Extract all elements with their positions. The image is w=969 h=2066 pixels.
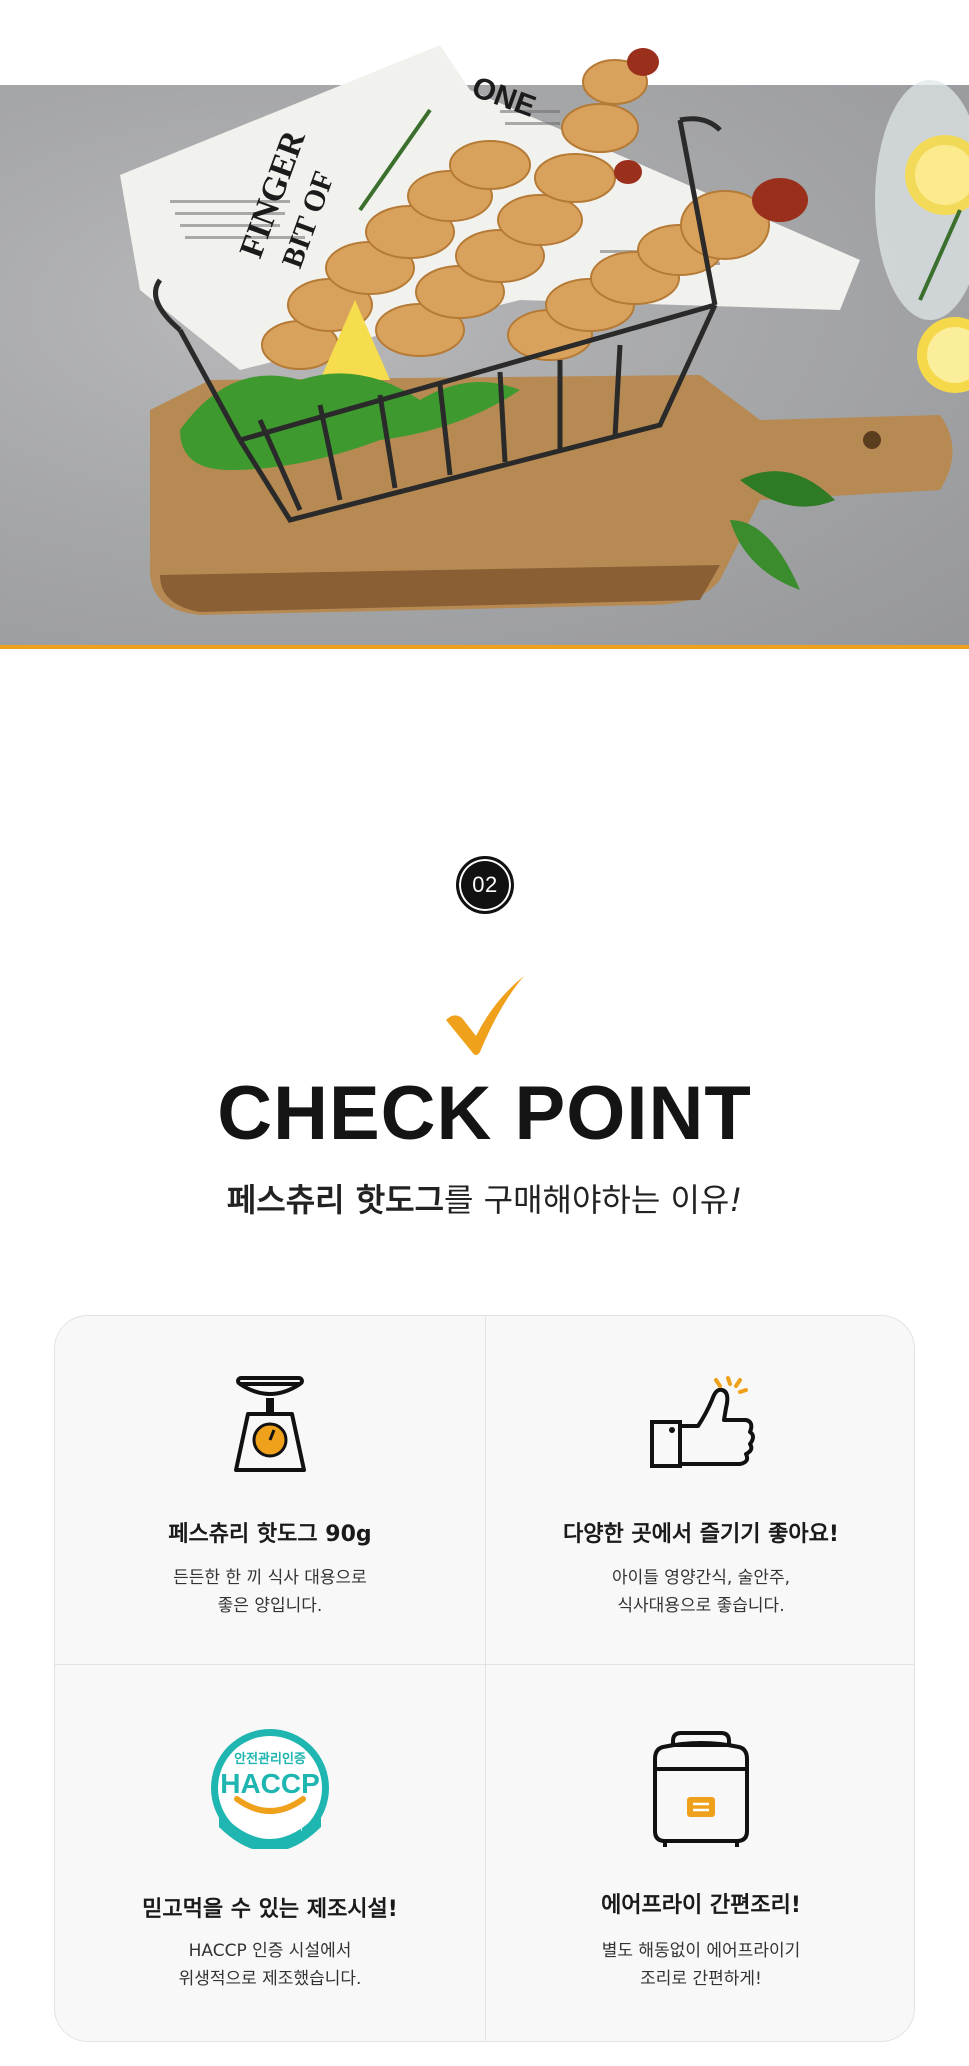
haccp-badge-top: 안전관리인증 xyxy=(234,1751,306,1767)
checkmark-icon xyxy=(446,976,524,1055)
hero-image: FINGER BIT OF ONE xyxy=(0,0,969,650)
feature-card-weight: 페스츄리 핫도그 90g 든든한 한 끼 식사 대용으로 좋은 양입니다. xyxy=(55,1316,485,1664)
thumbs-up-icon xyxy=(486,1374,914,1474)
feature-grid: 페스츄리 핫도그 90g 든든한 한 끼 식사 대용으로 좋은 양입니다. 다양… xyxy=(54,1315,915,2042)
feature-title: 다양한 곳에서 즐기기 좋아요! xyxy=(563,1522,839,1547)
feature-title: 믿고먹을 수 있는 제조시설! xyxy=(142,1897,398,1922)
feature-line: HACCP 인증 시설에서 xyxy=(188,1941,352,1961)
subtitle-mark: ! xyxy=(729,1181,743,1219)
section-number-badge: 02 xyxy=(456,856,514,914)
feature-title: 에어프라이 간편조리! xyxy=(601,1893,801,1918)
haccp-badge-bottom: 식품의약품안전처 xyxy=(237,1821,303,1833)
feature-description: HACCP 인증 시설에서 위생적으로 제조했습니다. xyxy=(55,1937,485,1993)
page-title: CHECK POINT xyxy=(217,1071,752,1156)
feature-line: 든든한 한 끼 식사 대용으로 xyxy=(173,1568,367,1588)
feature-card-haccp: 안전관리인증 HACCP 식품의약품안전처 믿고먹을 수 있는 제조시설! HA… xyxy=(55,1665,485,2041)
haccp-badge-main: HACCP xyxy=(220,1768,320,1799)
air-fryer-icon xyxy=(486,1727,914,1847)
subtitle-bold: 페스츄리 핫도그 xyxy=(226,1181,445,1219)
feature-line: 좋은 양입니다. xyxy=(217,1596,323,1616)
scale-icon xyxy=(55,1374,485,1478)
feature-title: 페스츄리 핫도그 90g xyxy=(168,1522,372,1547)
subtitle-rest: 를 구매해야하는 이유 xyxy=(444,1181,730,1219)
feature-line: 위생적으로 제조했습니다. xyxy=(178,1969,362,1989)
hotdog-basket-illustration: FINGER BIT OF ONE xyxy=(120,45,969,615)
page-subtitle: 페스츄리 핫도그를 구매해야하는 이유! xyxy=(0,1175,969,1221)
hero-accent-line xyxy=(0,645,969,649)
feature-description: 아이들 영양간식, 술안주, 식사대용으로 좋습니다. xyxy=(486,1564,914,1620)
feature-card-airfryer: 에어프라이 간편조리! 별도 해동없이 에어프라이기 조리로 간편하게! xyxy=(486,1665,914,2041)
feature-card-variety: 다양한 곳에서 즐기기 좋아요! 아이들 영양간식, 술안주, 식사대용으로 좋… xyxy=(486,1316,914,1664)
feature-line: 조리로 간편하게! xyxy=(640,1969,762,1989)
feature-line: 별도 해동없이 에어프라이기 xyxy=(601,1941,801,1961)
feature-description: 별도 해동없이 에어프라이기 조리로 간편하게! xyxy=(486,1937,914,1993)
feature-description: 든든한 한 끼 식사 대용으로 좋은 양입니다. xyxy=(55,1564,485,1620)
feature-line: 식사대용으로 좋습니다. xyxy=(617,1596,785,1616)
feature-line: 아이들 영양간식, 술안주, xyxy=(611,1568,790,1588)
section-number: 02 xyxy=(472,872,498,897)
haccp-badge-icon: 안전관리인증 HACCP 식품의약품안전처 xyxy=(55,1727,485,1849)
